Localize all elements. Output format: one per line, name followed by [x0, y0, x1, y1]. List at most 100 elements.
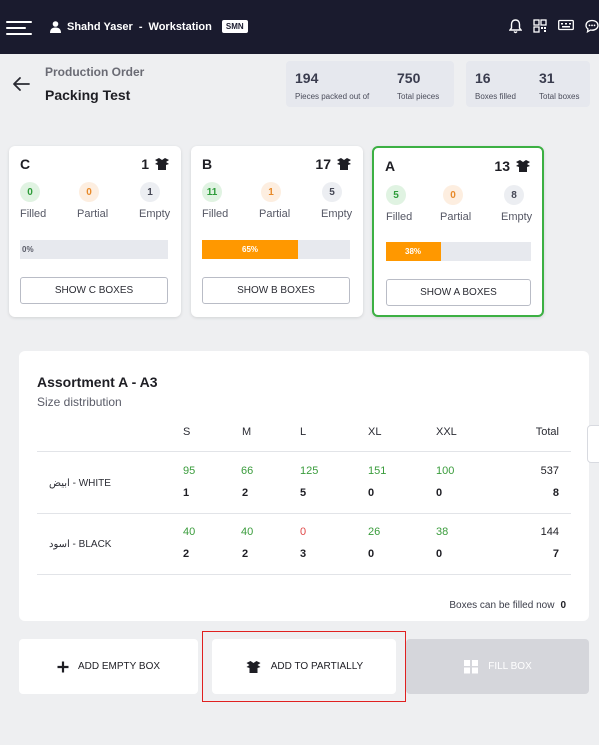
card-letter: B	[202, 156, 213, 172]
top-icons	[509, 19, 599, 34]
pieces-cell: 26	[368, 526, 381, 538]
progress-bar: 38%	[386, 242, 531, 261]
fillable-boxes-label: Boxes can be filled now	[449, 600, 555, 611]
boxes-total-cell: 7	[552, 548, 559, 560]
pieces-cell: 40	[241, 526, 254, 538]
partial-count: 1	[261, 182, 281, 202]
fillable-boxes-note: Boxes can be filled now 0	[449, 600, 566, 611]
boxes-cell: 5	[300, 487, 307, 499]
boxes-cell: 2	[242, 487, 249, 499]
box-icon	[155, 158, 169, 170]
column-header: XL	[368, 426, 382, 438]
column-header: S	[183, 426, 191, 438]
progress-text: 0%	[22, 245, 34, 254]
filled-count: 5	[386, 185, 406, 205]
partial-label: Partial	[259, 208, 291, 220]
table-header: S M L XL XXL Total	[37, 420, 571, 452]
boxes-cell: 0	[368, 487, 375, 499]
table-row: ابيض - WHITE 95 66 125 151 100 537 1 2 5…	[37, 453, 571, 514]
pieces-packed-label: Pieces packed out of	[295, 92, 370, 101]
empty-count: 8	[504, 185, 524, 205]
show-a-boxes-button[interactable]: SHOW A BOXES	[386, 279, 531, 306]
column-header: L	[300, 426, 307, 438]
boxes-cell: 2	[242, 548, 249, 560]
partial-count: 0	[79, 182, 99, 202]
top-bar: Shahd Yaser - Workstation SMN	[0, 0, 599, 54]
partial-count: 0	[443, 185, 463, 205]
assortment-card-a[interactable]: A 13 5 0 8 Filled Partial Empty 38% SHOW…	[372, 146, 544, 317]
fill-box-label: FILL BOX	[488, 661, 532, 672]
show-b-boxes-button[interactable]: SHOW B BOXES	[202, 277, 350, 304]
user-icon	[50, 20, 61, 33]
card-box-count: 1	[141, 156, 170, 172]
add-empty-box-button[interactable]: ADD EMPTY BOX	[19, 639, 198, 694]
pieces-total-cell: 144	[540, 526, 559, 538]
assortment-subtitle: Size distribution	[37, 395, 122, 409]
card-box-count: 17	[315, 156, 352, 172]
assortment-title: Assortment A - A3	[37, 374, 158, 390]
pieces-cell: 40	[183, 526, 196, 538]
pieces-cell: 100	[436, 465, 455, 477]
page-title: Packing Test	[45, 87, 131, 103]
empty-label: Empty	[321, 208, 353, 220]
workstation-badge: SMN	[221, 20, 248, 33]
user-info: Shahd Yaser - Workstation SMN	[50, 20, 248, 33]
table-row: اسود - BLACK 40 40 0 26 38 144 2 2 3 0 0…	[37, 514, 571, 575]
section-label: Production Order	[45, 65, 145, 79]
pieces-cell: 151	[368, 465, 387, 477]
assortment-card-c[interactable]: C 1 0 0 1 Filled Partial Empty 0% SHOW C…	[9, 146, 181, 317]
pieces-cell: 38	[436, 526, 449, 538]
boxes-cell: 3	[300, 548, 307, 560]
boxes-total-cell: 8	[552, 487, 559, 499]
show-c-boxes-button[interactable]: SHOW C BOXES	[20, 277, 168, 304]
pieces-cell: 66	[241, 465, 254, 477]
pieces-cell: 0	[300, 526, 307, 538]
total-pieces-value: 750	[397, 70, 421, 86]
filled-label: Filled	[20, 208, 47, 220]
chat-icon[interactable]	[585, 19, 599, 33]
filled-label: Filled	[386, 211, 413, 223]
boxes-stat-box: 16 Boxes filled 31 Total boxes	[466, 61, 590, 107]
empty-label: Empty	[501, 211, 533, 223]
empty-count: 1	[140, 182, 160, 202]
boxes-cell: 0	[436, 487, 443, 499]
pieces-packed-value: 194	[295, 70, 319, 86]
boxes-cell: 0	[436, 548, 443, 560]
box-icon	[337, 158, 351, 170]
boxes-filled-value: 16	[475, 70, 491, 86]
card-box-count: 13	[494, 158, 531, 174]
partial-label: Partial	[77, 208, 109, 220]
column-header: XXL	[436, 426, 457, 438]
add-empty-box-label: ADD EMPTY BOX	[77, 661, 161, 672]
back-arrow-icon[interactable]	[12, 76, 30, 92]
card-letter: C	[20, 156, 31, 172]
pieces-cell: 95	[183, 465, 196, 477]
boxes-filled-label: Boxes filled	[475, 92, 516, 101]
filled-count: 11	[202, 182, 222, 202]
total-boxes-label: Total boxes	[539, 92, 580, 101]
fill-box-button[interactable]: FILL BOX	[406, 639, 589, 694]
progress-text: 38%	[405, 247, 422, 256]
pieces-cell: 125	[300, 465, 319, 477]
empty-count: 5	[322, 182, 342, 202]
filled-count: 0	[20, 182, 40, 202]
progress-bar: 0%	[20, 240, 168, 259]
progress-text: 65%	[242, 245, 259, 254]
boxes-cell: 2	[183, 548, 190, 560]
boxes-cell: 0	[368, 548, 375, 560]
user-name: Shahd Yaser	[67, 20, 133, 33]
highlight-box	[202, 631, 406, 702]
pieces-total-cell: 537	[540, 465, 559, 477]
assortment-card-b[interactable]: B 17 11 1 5 Filled Partial Empty 65% SHO…	[191, 146, 363, 317]
menu-icon[interactable]	[6, 19, 32, 37]
plus-icon	[57, 661, 69, 672]
pieces-stat-box: 194 Pieces packed out of 750 Total piece…	[286, 61, 454, 107]
card-letter: A	[385, 158, 396, 174]
assortment-panel: Assortment A - A3 Size distribution S M …	[19, 351, 589, 621]
side-panel-tab[interactable]	[587, 425, 599, 463]
qr-code-icon[interactable]	[533, 19, 547, 33]
bell-icon[interactable]	[509, 19, 522, 34]
keyboard-icon[interactable]	[558, 19, 574, 31]
boxes-icon	[464, 660, 479, 674]
filled-label: Filled	[202, 208, 229, 220]
